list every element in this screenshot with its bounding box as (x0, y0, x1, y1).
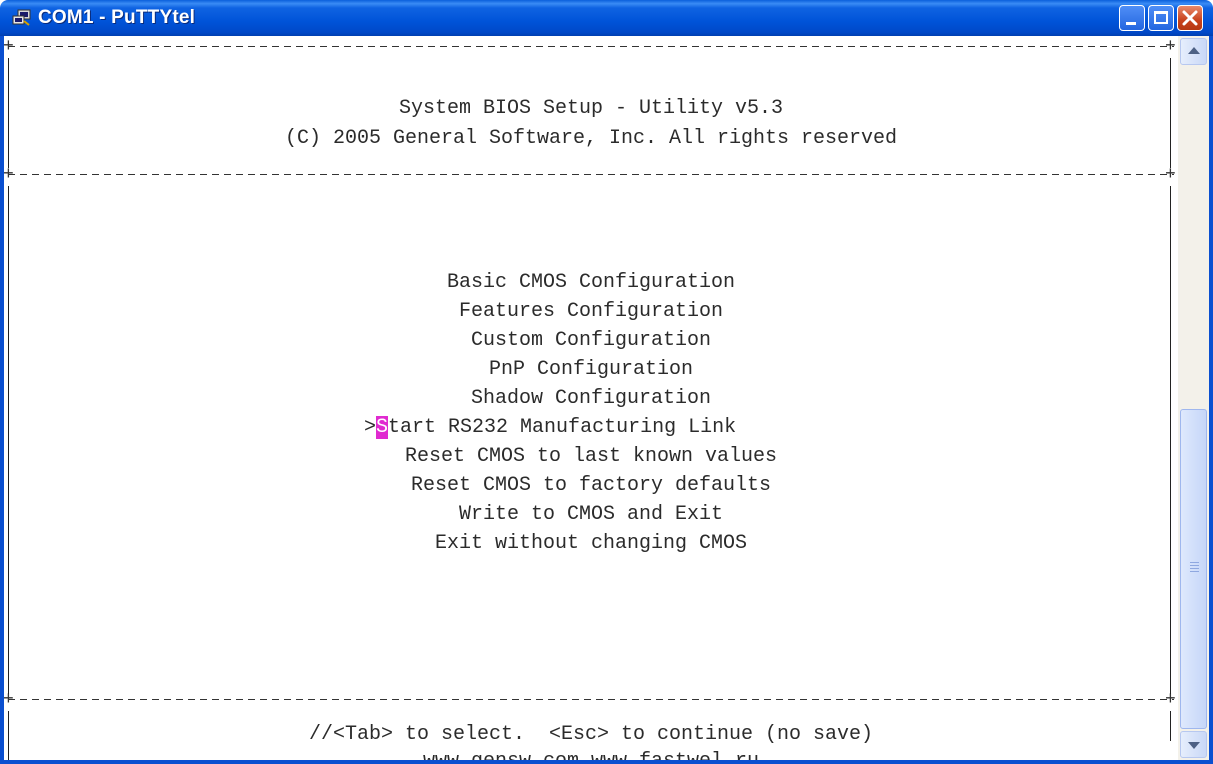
footer-urls: www.gensw.com www.fastwel.ru (4, 747, 1178, 760)
menu-item-features[interactable]: Features Configuration (4, 297, 1178, 326)
title-bar[interactable]: COM1 - PuTTYtel (0, 0, 1213, 36)
menu-item-exit-no-change[interactable]: Exit without changing CMOS (4, 529, 1178, 558)
putty-terminal-icon (12, 9, 31, 26)
box-right-border (1170, 186, 1171, 694)
selection-marker: > (364, 416, 377, 439)
close-icon (1182, 10, 1198, 26)
bios-copyright: (C) 2005 General Software, Inc. All righ… (284, 127, 898, 150)
scrollbar-thumb[interactable] (1180, 409, 1207, 729)
window-frame-right (1209, 36, 1213, 764)
terminal-screen[interactable]: + + + + + + System BIOS Setup - Utility … (4, 36, 1178, 760)
scroll-up-button[interactable] (1180, 38, 1207, 65)
menu-item-pnp[interactable]: PnP Configuration (4, 355, 1178, 384)
menu-item-custom[interactable]: Custom Configuration (4, 326, 1178, 355)
header-separator (8, 174, 1174, 175)
menu-item-reset-factory[interactable]: Reset CMOS to factory defaults (4, 471, 1178, 500)
chevron-up-icon (1188, 47, 1200, 54)
vertical-scrollbar[interactable] (1178, 36, 1209, 760)
menu-item-shadow[interactable]: Shadow Configuration (4, 384, 1178, 413)
box-top-border (8, 46, 1174, 47)
box-left-border (8, 186, 9, 694)
box-corner: + (1165, 37, 1176, 57)
window-frame-bottom (0, 760, 1213, 764)
box-corner: + (4, 165, 14, 185)
grip-line (1190, 568, 1199, 569)
box-corner: + (1165, 165, 1176, 185)
minimize-icon (1126, 22, 1136, 25)
close-button[interactable] (1177, 5, 1203, 31)
box-corner: + (4, 37, 14, 57)
maximize-icon (1154, 11, 1168, 24)
menu-item-rs232-rest: tart RS232 Manufacturing Link (388, 416, 737, 439)
maximize-button[interactable] (1148, 5, 1174, 31)
footer-help: //<Tab> to select. <Esc> to continue (no… (308, 723, 874, 746)
text-cursor: S (376, 416, 389, 439)
grip-line (1190, 565, 1199, 566)
menu-item-rs232-link[interactable]: >Start RS232 Manufacturing Link (364, 413, 736, 442)
bios-title: System BIOS Setup - Utility v5.3 (398, 97, 784, 120)
scroll-down-button[interactable] (1180, 731, 1207, 758)
menu-item-reset-last[interactable]: Reset CMOS to last known values (4, 442, 1178, 471)
minimize-button[interactable] (1119, 5, 1145, 31)
grip-line (1190, 571, 1199, 572)
grip-line (1190, 562, 1199, 563)
menu-item-basic-cmos[interactable]: Basic CMOS Configuration (4, 268, 1178, 297)
menu-item-write-exit[interactable]: Write to CMOS and Exit (4, 500, 1178, 529)
window-title: COM1 - PuTTYtel (38, 7, 196, 28)
footer-separator (8, 699, 1174, 700)
chevron-down-icon (1188, 742, 1200, 749)
